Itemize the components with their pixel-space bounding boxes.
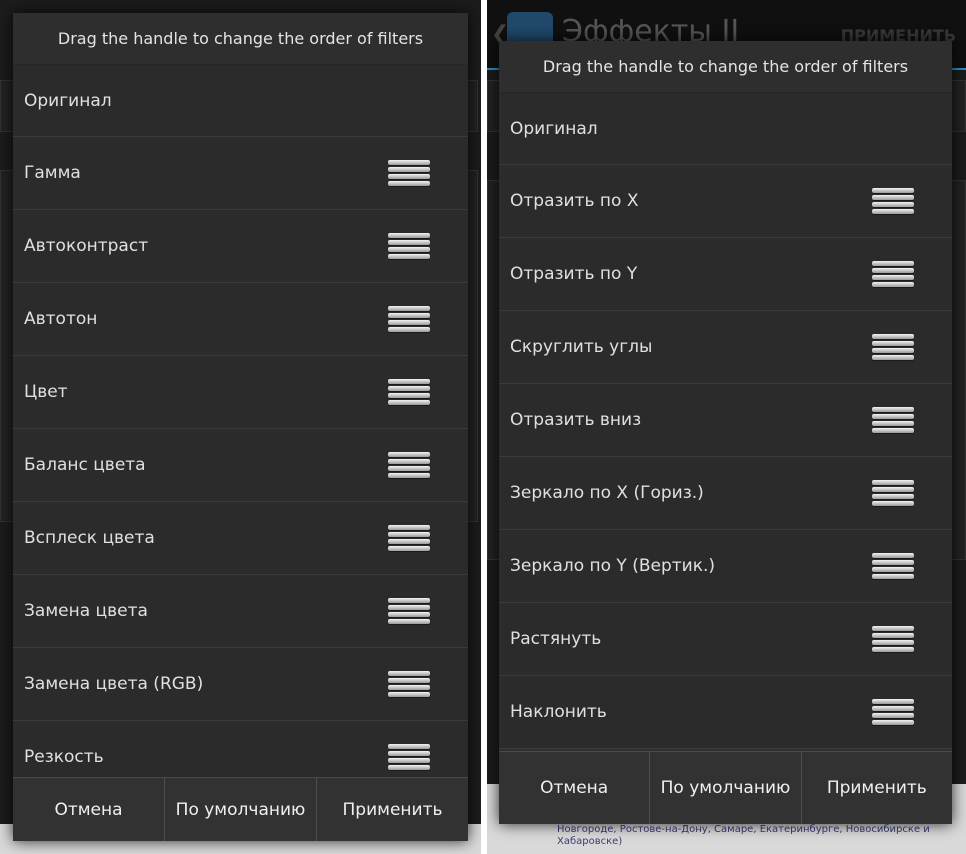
filter-label: Резкость [24,747,104,767]
filter-row[interactable]: Автоконтраст [13,210,468,283]
dialog-header: Drag the handle to change the order of f… [13,13,468,65]
filter-label: Всплеск цвета [24,528,155,548]
filter-list[interactable]: Оригинал Гамма Автоконтраст Автотон Цвет Бала… [13,65,468,777]
filter-row[interactable]: Автотон [13,283,468,356]
drag-handle-icon[interactable] [388,670,430,698]
filter-label: Скруглить углы [510,337,653,357]
filter-row[interactable]: Всплеск цвета [13,502,468,575]
filter-label: Баланс цвета [24,455,146,475]
drag-handle-icon[interactable] [388,451,430,479]
filter-label: Замена цвета (RGB) [24,674,204,694]
filter-label: Гамма [24,163,81,183]
filter-label: Оригинал [510,118,598,139]
filter-label: Отразить вниз [510,410,642,430]
filter-row[interactable]: Зеркало по Y (Вертик.) [499,530,952,603]
filter-list[interactable]: Оригинал Отразить по X Отразить по Y Скругл… [499,93,952,749]
filter-row[interactable]: Отразить по X [499,165,952,238]
right-screen: ❮ Эффекты II ПРИМЕНИТЬ ...по сводным пок… [487,0,966,854]
filter-row[interactable]: Растянуть [499,603,952,676]
dialog-buttons: Отмена По умолчанию Применить [499,751,952,824]
dialog-buttons: Отмена По умолчанию Применить [13,777,468,841]
filter-label: Наклонить [510,702,607,722]
reorder-transforms-dialog: Drag the handle to change the order of f… [499,41,952,824]
drag-handle-icon[interactable] [872,479,914,507]
drag-handle-icon[interactable] [872,698,914,726]
drag-handle-icon[interactable] [388,305,430,333]
filter-row[interactable]: Замена цвета (RGB) [13,648,468,721]
filter-row[interactable]: Гамма [13,137,468,210]
filter-label: Цвет [24,382,68,402]
drag-handle-icon[interactable] [388,524,430,552]
cancel-button[interactable]: Отмена [13,778,165,841]
filter-label: Автотон [24,309,98,329]
filter-row[interactable]: Оригинал [499,93,952,165]
filter-row[interactable]: Резкость [13,721,468,777]
drag-handle-icon[interactable] [872,552,914,580]
apply-button[interactable]: Применить [317,778,468,841]
drag-handle-icon[interactable] [872,406,914,434]
drag-handle-icon[interactable] [872,625,914,653]
filter-row[interactable]: Скруглить углы [499,311,952,384]
drag-handle-icon[interactable] [388,597,430,625]
drag-handle-icon[interactable] [872,187,914,215]
drag-handle-icon[interactable] [388,159,430,187]
default-button[interactable]: По умолчанию [650,752,802,824]
filter-label: Зеркало по X (Гориз.) [510,483,704,503]
filter-row[interactable]: Цвет [13,356,468,429]
filter-label: Замена цвета [24,601,148,621]
default-button[interactable]: По умолчанию [165,778,317,841]
left-screen: Drag the handle to change the order of f… [0,0,481,854]
filter-label: Автоконтраст [24,236,149,256]
filter-row[interactable]: Замена цвета [13,575,468,648]
cancel-button[interactable]: Отмена [499,752,651,824]
filter-label: Отразить по Y [510,264,638,284]
filter-label: Оригинал [24,90,112,111]
filter-label: Растянуть [510,629,602,649]
filter-row[interactable]: Оригинал [13,65,468,137]
dialog-header: Drag the handle to change the order of f… [499,41,952,93]
filter-row[interactable]: Баланс цвета [13,429,468,502]
filter-row[interactable]: Зеркало по X (Гориз.) [499,457,952,530]
drag-handle-icon[interactable] [388,232,430,260]
drag-handle-icon[interactable] [388,378,430,406]
drag-handle-icon[interactable] [872,260,914,288]
filter-label: Отразить по X [510,191,639,211]
filter-row[interactable]: Наклонить [499,676,952,749]
filter-row[interactable]: Отразить по Y [499,238,952,311]
filter-row[interactable]: Отразить вниз [499,384,952,457]
apply-button[interactable]: Применить [801,752,952,824]
drag-handle-icon[interactable] [388,743,430,771]
reorder-filters-dialog: Drag the handle to change the order of f… [13,13,468,841]
drag-handle-icon[interactable] [872,333,914,361]
filter-label: Зеркало по Y (Вертик.) [510,556,716,576]
